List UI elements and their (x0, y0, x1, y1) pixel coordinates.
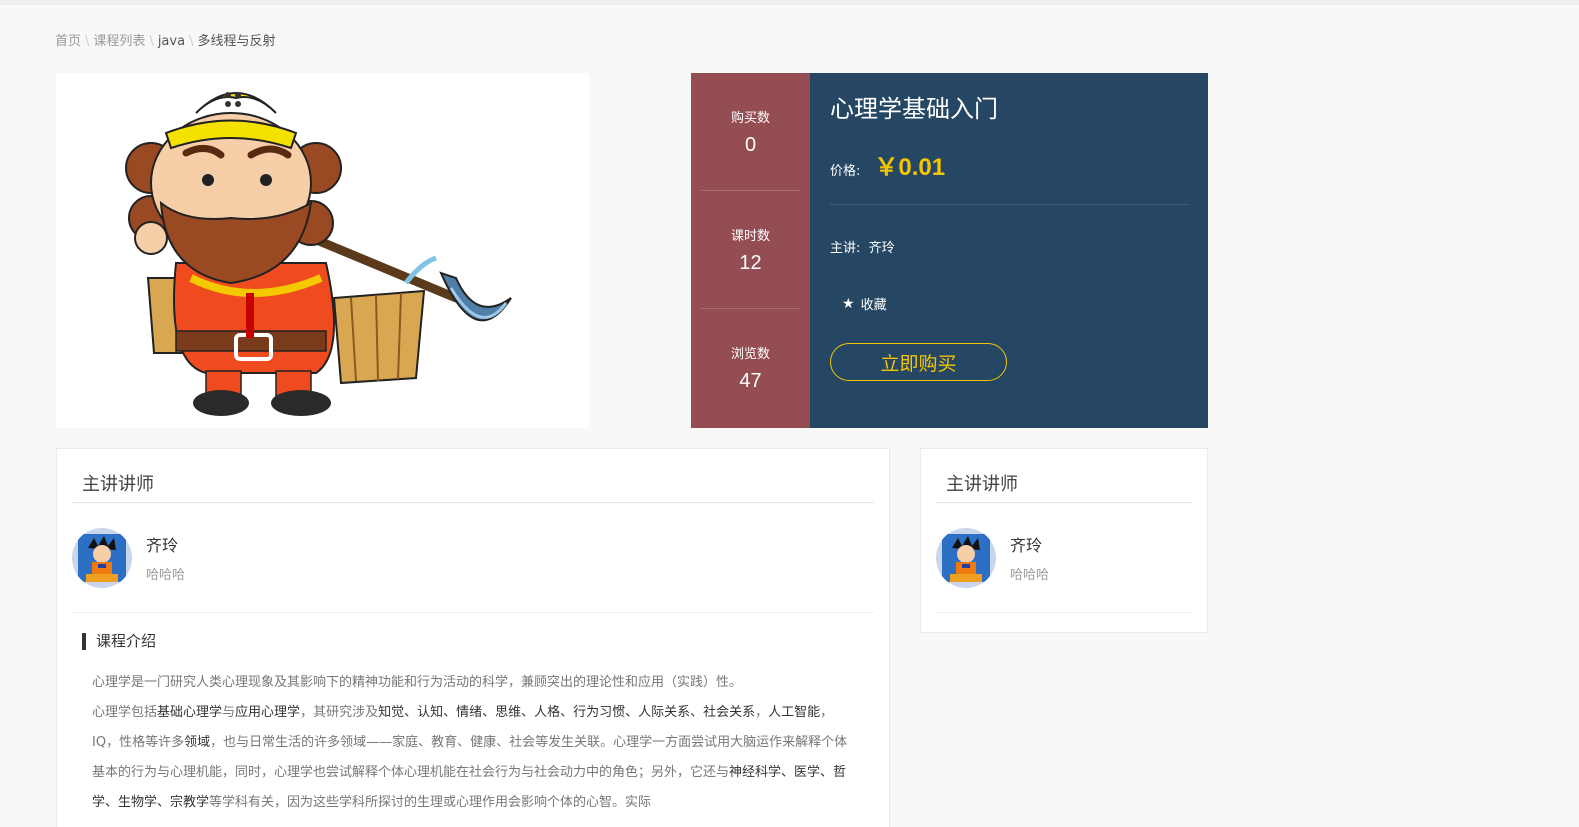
course-cover-image (56, 73, 589, 428)
stat-views: 浏览数 47 (701, 309, 800, 427)
breadcrumb-separator: \ (189, 34, 194, 49)
stat-views-value: 47 (739, 370, 762, 392)
teacher-avatar-icon (78, 533, 126, 582)
buy-now-button[interactable]: 立即购买 (830, 343, 1007, 381)
stat-views-label: 浏览数 (730, 347, 770, 362)
favorite-button[interactable]: ★ 收藏 (842, 294, 912, 314)
course-intro-heading: 课程介绍 (82, 633, 874, 650)
breadcrumb-separator: \ (85, 34, 90, 49)
stat-lessons-label: 课时数 (730, 228, 770, 244)
teacher-side-panel: 主讲讲师 齐玲 哈哈哈 (920, 448, 1208, 633)
stat-purchases-label: 购买数 (730, 110, 770, 126)
stat-lessons: 课时数 12 (701, 191, 800, 309)
panel-heading: 主讲讲师 (936, 449, 1192, 503)
stat-purchases-value: 0 (744, 133, 757, 156)
teacher-description: 哈哈哈 (1010, 568, 1050, 583)
avatar[interactable] (72, 527, 132, 588)
stat-lessons-value: 12 (739, 251, 762, 274)
teacher-name[interactable]: 齐玲 (146, 532, 185, 556)
price-label: 价格: (830, 164, 861, 179)
course-intro-text: 心理学是一门研究人类心理现象及其影响下的精神功能和行为活动的科学，兼顾突出的理论… (72, 668, 874, 818)
top-divider (0, 0, 1579, 5)
teacher-description: 哈哈哈 (146, 568, 186, 583)
teacher-label: 主讲: (830, 241, 861, 256)
course-info-panel: 心理学基础入门 价格: ￥0.01 主讲: 齐玲 ★ 收藏 立即购买 (810, 73, 1208, 428)
breadcrumb: 首页 \ 课程列表 \ java \ 多线程与反射 (55, 30, 275, 49)
price-value: ￥0.01 (874, 154, 946, 181)
price-row: 价格: ￥0.01 (830, 147, 1188, 205)
breadcrumb-separator: \ (149, 34, 154, 49)
teacher-card: 齐玲 哈哈哈 (72, 503, 874, 613)
favorite-label: 收藏 (860, 298, 887, 313)
course-title: 心理学基础入门 (830, 95, 998, 123)
teacher-name[interactable]: 齐玲 (1010, 532, 1049, 556)
stat-purchases: 购买数 0 (701, 73, 800, 191)
breadcrumb-home[interactable]: 首页 (55, 34, 81, 49)
breadcrumb-course-list[interactable]: 课程列表 (93, 34, 145, 49)
teacher-name: 齐玲 (868, 241, 895, 256)
breadcrumb-category[interactable]: java (158, 34, 185, 49)
breadcrumb-current: 多线程与反射 (197, 34, 276, 49)
intro-paragraph-2: 心理学包括基础心理学与应用心理学，其研究涉及知觉、认知、情绪、思维、人格、行为习… (92, 705, 848, 810)
intro-paragraph-1: 心理学是一门研究人类心理现象及其影响下的精神功能和行为活动的科学，兼顾突出的理论… (92, 675, 743, 690)
star-icon: ★ (842, 295, 855, 312)
teacher-avatar-icon (942, 533, 990, 582)
avatar[interactable] (936, 527, 996, 588)
panel-heading: 主讲讲师 (72, 449, 874, 503)
teacher-intro-panel: 主讲讲师 齐玲 哈哈哈 课程介绍 心理学是一门研究人类心理现象及其影响下的精神功… (56, 448, 890, 827)
course-stats-panel: 购买数 0 课时数 12 浏览数 47 (691, 73, 810, 428)
teacher-card: 齐玲 哈哈哈 (936, 503, 1192, 613)
teacher-row: 主讲: 齐玲 (830, 237, 1188, 256)
